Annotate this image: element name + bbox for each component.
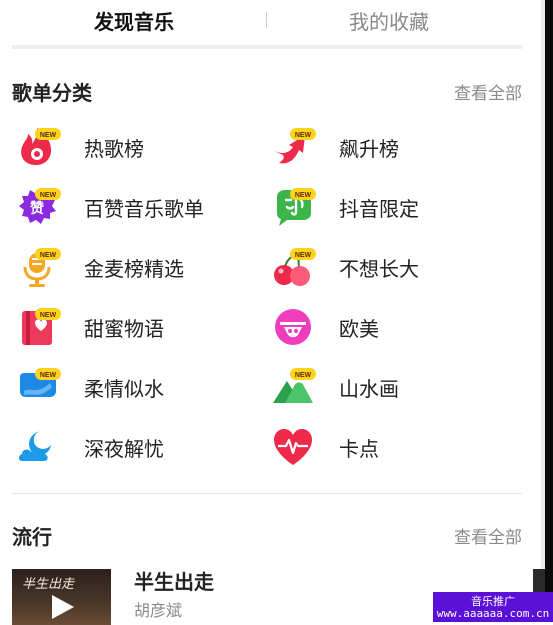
new-badge: NEW [35, 248, 61, 260]
category-label: 欧美 [339, 317, 379, 341]
section-title-popular: 流行 [12, 525, 52, 549]
new-badge-label: NEW [295, 252, 312, 259]
category-douyin-exclusive[interactable]: NEW 抖音限定 [271, 185, 501, 229]
tab-discover-music[interactable]: 发现音乐 [94, 6, 174, 35]
new-badge-label: NEW [295, 372, 312, 379]
see-all-categories-link[interactable]: 查看全部 [454, 79, 522, 104]
section-title-categories: 歌单分类 [12, 81, 92, 105]
category-sweet-stories[interactable]: NEW 甜蜜物语 [16, 305, 246, 349]
new-badge: NEW [35, 308, 61, 320]
category-hot-songs[interactable]: NEW 热歌榜 [16, 125, 246, 169]
category-label: 卡点 [339, 437, 379, 461]
category-label: 百赞音乐歌单 [84, 197, 204, 221]
new-badge: NEW [35, 368, 61, 380]
promo-url: www.aaaaaa.com.cn [436, 607, 550, 620]
category-label: 飙升榜 [339, 137, 399, 161]
new-badge-label: NEW [295, 132, 312, 139]
tabs-underline [12, 45, 522, 49]
new-badge-label: NEW [40, 132, 57, 139]
song-artist[interactable]: 胡彦斌 [134, 597, 182, 621]
window-edge [545, 0, 553, 622]
new-badge-label: NEW [40, 252, 57, 259]
new-badge: NEW [290, 128, 316, 140]
category-label: 深夜解忧 [84, 437, 164, 461]
category-western[interactable]: 欧美 [271, 305, 501, 349]
new-badge: NEW [35, 128, 61, 140]
category-never-grow-up[interactable]: NEW 不想长大 [271, 245, 501, 289]
new-badge-label: NEW [40, 192, 57, 199]
next-item-thumbnail [533, 569, 545, 592]
promo-watermark: 音乐推广 www.aaaaaa.com.cn [433, 592, 553, 622]
like-badge-text: 赞 [29, 200, 44, 217]
category-beat-sync[interactable]: 卡点 [271, 425, 501, 469]
new-badge-label: NEW [40, 312, 57, 319]
category-label: 抖音限定 [339, 197, 419, 221]
play-icon[interactable] [50, 593, 76, 621]
new-badge: NEW [290, 368, 316, 380]
category-late-night-relief[interactable]: 深夜解忧 [16, 425, 246, 469]
category-landscape-painting[interactable]: NEW 山水画 [271, 365, 501, 409]
see-all-popular-link[interactable]: 查看全部 [454, 523, 522, 548]
category-top-liked-playlists[interactable]: 赞 NEW 百赞音乐歌单 [16, 185, 246, 229]
category-rising-songs[interactable]: NEW 飙升榜 [271, 125, 501, 169]
top-tabs: 发现音乐 我的收藏 [12, 0, 522, 40]
heartbeat-icon [274, 429, 312, 465]
tab-divider [266, 12, 267, 28]
song-title[interactable]: 半生出走 [134, 566, 214, 595]
new-badge: NEW [290, 248, 316, 260]
category-label: 柔情似水 [84, 377, 164, 401]
smiley-face-icon [275, 309, 311, 345]
category-label: 热歌榜 [84, 137, 144, 161]
new-badge-label: NEW [40, 372, 57, 379]
new-badge: NEW [290, 188, 316, 200]
category-label: 山水画 [339, 377, 399, 401]
cover-title-text: 半生出走 [22, 577, 75, 592]
new-badge: NEW [35, 188, 61, 200]
new-badge-label: NEW [295, 192, 312, 199]
category-label: 不想长大 [339, 257, 419, 281]
moon-cloud-icon [19, 431, 51, 461]
category-tender-as-water[interactable]: NEW 柔情似水 [16, 365, 246, 409]
category-golden-mic-picks[interactable]: NEW 金麦榜精选 [16, 245, 246, 289]
category-label: 甜蜜物语 [84, 317, 164, 341]
song-cover[interactable]: 半生出走 [12, 569, 111, 625]
tab-my-favorites[interactable]: 我的收藏 [349, 6, 429, 35]
category-label: 金麦榜精选 [84, 257, 184, 281]
section-divider [12, 493, 522, 494]
